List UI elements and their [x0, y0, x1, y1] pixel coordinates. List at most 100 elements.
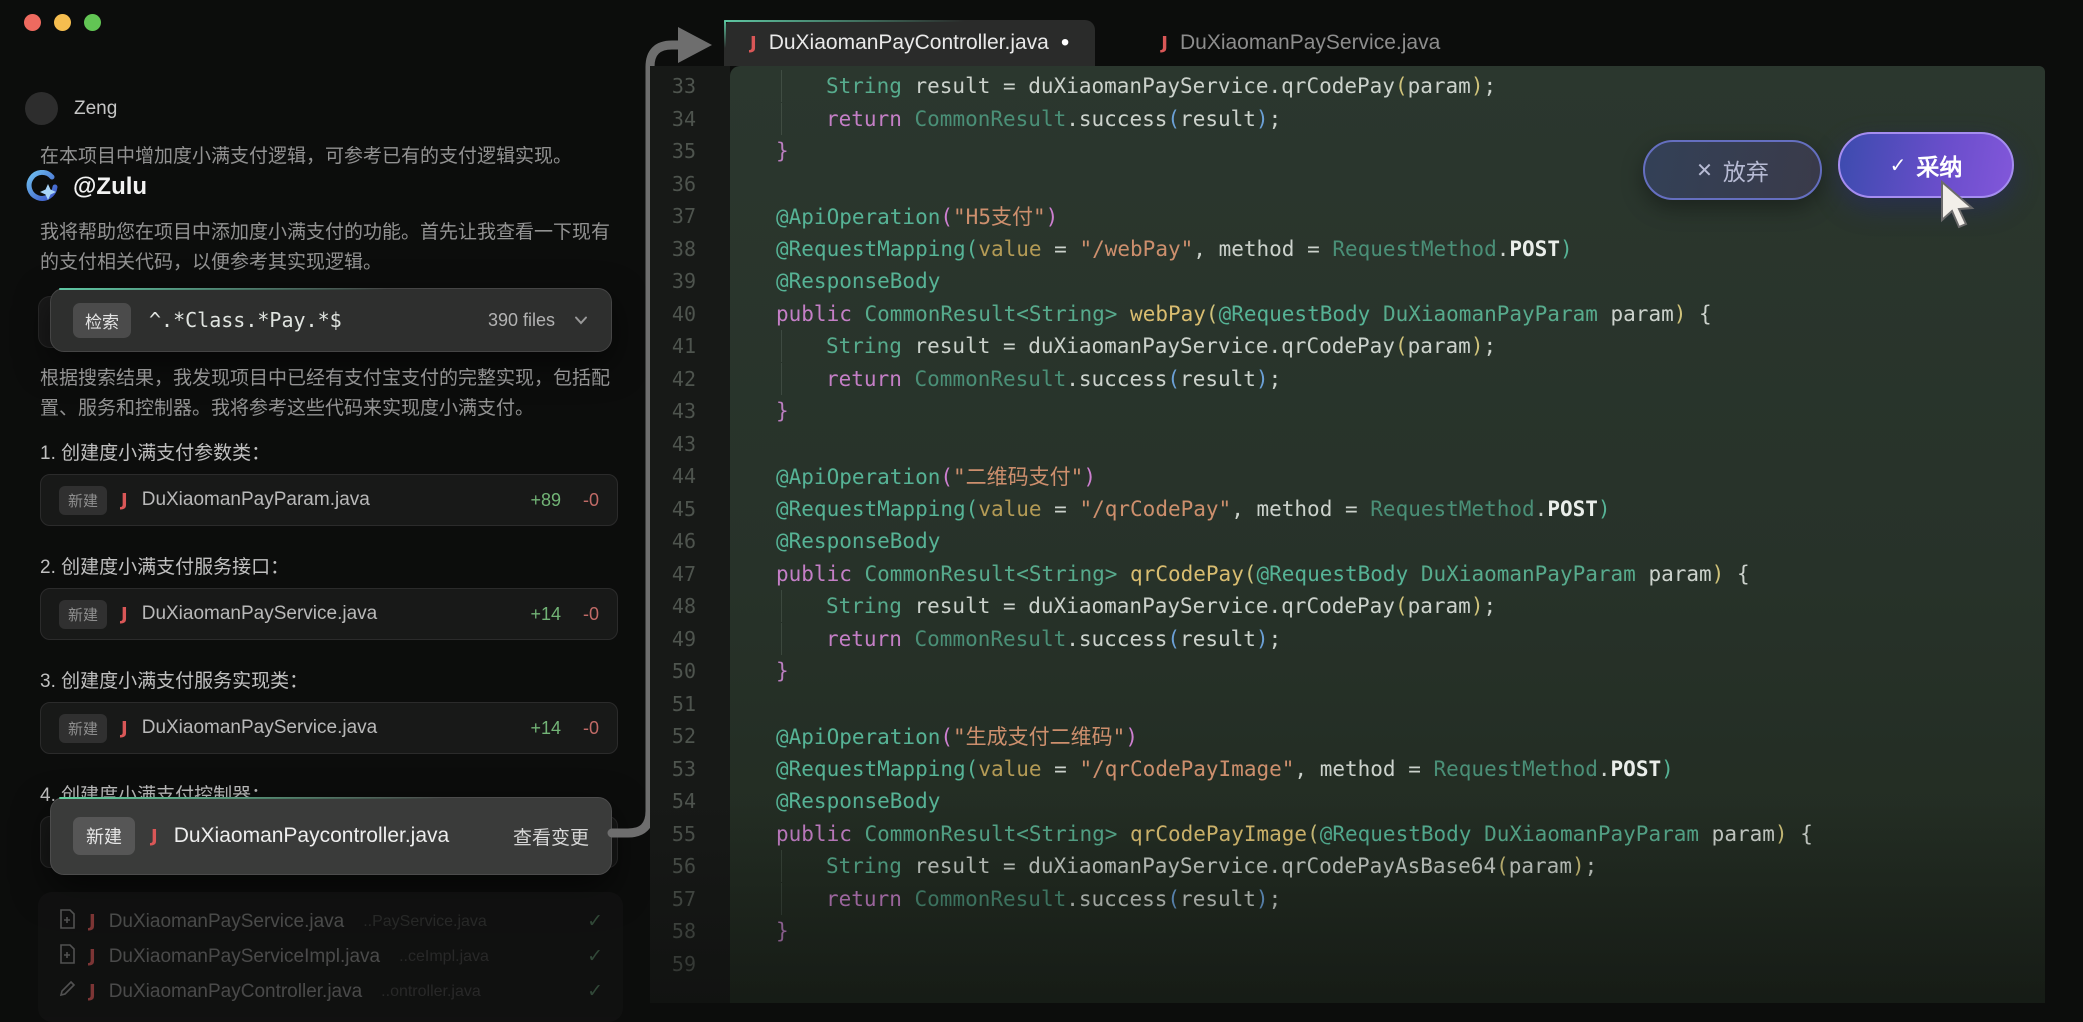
- file-path-hint: ..PayService.java: [363, 913, 574, 931]
- close-button[interactable]: [24, 14, 41, 31]
- line-number: 58: [650, 919, 730, 943]
- code-line-content: return CommonResult.success(result);: [730, 107, 2045, 131]
- code-line-content: @RequestMapping(value = "/webPay", metho…: [730, 237, 2045, 261]
- avatar: [25, 92, 58, 125]
- check-icon: ✓: [587, 980, 603, 1003]
- code-line[interactable]: 43}: [650, 395, 2045, 428]
- new-file-badge: 新建: [59, 600, 107, 629]
- line-number: 37: [650, 204, 730, 228]
- file-add-icon: [58, 909, 76, 934]
- code-line[interactable]: 59: [650, 948, 2045, 981]
- step-title: 3. 创建度小满支付服务实现类：: [40, 666, 618, 692]
- code-line-content: String result = duXiaomanPayService.qrCo…: [730, 594, 2045, 618]
- code-line[interactable]: 34return CommonResult.success(result);: [650, 103, 2045, 136]
- completed-file-row[interactable]: JDuXiaomanPayService.java..PayService.ja…: [58, 904, 603, 939]
- file-change-card[interactable]: 新建JDuXiaomanPayParam.java+89-0: [40, 474, 618, 526]
- code-line-content: String result = duXiaomanPayService.qrCo…: [730, 854, 2045, 878]
- code-editor[interactable]: 33String result = duXiaomanPayService.qr…: [650, 70, 2045, 980]
- editor-tab-bar: JDuXiaomanPayController.java•JDuXiaomanP…: [724, 20, 1466, 66]
- line-number: 45: [650, 497, 730, 521]
- tab-label: DuXiaomanPayController.java: [769, 31, 1049, 55]
- code-line-content: }: [730, 659, 2045, 683]
- lines-added: +89: [530, 490, 561, 511]
- code-line[interactable]: 54@ResponseBody: [650, 785, 2045, 818]
- code-line[interactable]: 52@ApiOperation("生成支付二维码"): [650, 720, 2045, 753]
- code-line[interactable]: 41String result = duXiaomanPayService.qr…: [650, 330, 2045, 363]
- code-line-content: String result = duXiaomanPayService.qrCo…: [730, 74, 2045, 98]
- change-file-name: DuXiaomanPaycontroller.java: [174, 824, 497, 848]
- code-line[interactable]: 49return CommonResult.success(result);: [650, 623, 2045, 656]
- code-line[interactable]: 44@ApiOperation("二维码支付"): [650, 460, 2045, 493]
- code-line[interactable]: 53@RequestMapping(value = "/qrCodePayIma…: [650, 753, 2045, 786]
- file-change-card[interactable]: 新建JDuXiaomanPayService.java+14-0: [40, 588, 618, 640]
- java-file-icon: J: [151, 826, 158, 847]
- java-file-icon: J: [89, 911, 96, 932]
- code-line[interactable]: 55public CommonResult<String> qrCodePayI…: [650, 818, 2045, 851]
- zoom-button[interactable]: [84, 14, 101, 31]
- minimize-button[interactable]: [54, 14, 71, 31]
- code-line-content: public CommonResult<String> webPay(@Requ…: [730, 302, 2045, 326]
- new-file-badge: 新建: [59, 486, 107, 515]
- java-file-icon: J: [121, 718, 128, 739]
- code-line-content: @ResponseBody: [730, 529, 2045, 553]
- file-path-hint: ..ontroller.java: [381, 983, 574, 1001]
- code-line[interactable]: 43: [650, 428, 2045, 461]
- code-line[interactable]: 56String result = duXiaomanPayService.qr…: [650, 850, 2045, 883]
- code-line[interactable]: 35}: [650, 135, 2045, 168]
- discard-label: 放弃: [1723, 153, 1769, 187]
- line-number: 33: [650, 74, 730, 98]
- code-line[interactable]: 42return CommonResult.success(result);: [650, 363, 2045, 396]
- completed-file-row[interactable]: JDuXiaomanPayController.java..ontroller.…: [58, 974, 603, 1009]
- code-line-content: @ApiOperation("二维码支付"): [730, 461, 2045, 491]
- window-controls: [24, 14, 101, 31]
- code-line-content: @RequestMapping(value = "/qrCodePayImage…: [730, 757, 2045, 781]
- view-changes-link[interactable]: 查看变更: [513, 823, 589, 850]
- code-line[interactable]: 37@ApiOperation("H5支付"): [650, 200, 2045, 233]
- accept-button[interactable]: ✓ 采纳: [1838, 132, 2014, 198]
- file-name: DuXiaomanPayService.java: [142, 717, 517, 739]
- line-number: 43: [650, 432, 730, 456]
- code-line[interactable]: 39@ResponseBody: [650, 265, 2045, 298]
- code-line-content: }: [730, 919, 2045, 943]
- java-file-icon: J: [1161, 33, 1168, 54]
- editor-tab[interactable]: JDuXiaomanPayController.java•: [724, 20, 1095, 66]
- completed-file-row[interactable]: JDuXiaomanPayServiceImpl.java..ceImpl.ja…: [58, 939, 603, 974]
- editor-tab[interactable]: JDuXiaomanPayService.java•: [1135, 20, 1466, 66]
- line-number: 38: [650, 237, 730, 261]
- code-line[interactable]: 36: [650, 168, 2045, 201]
- code-line[interactable]: 45@RequestMapping(value = "/qrCodePay", …: [650, 493, 2045, 526]
- line-number: 41: [650, 334, 730, 358]
- active-change-popup[interactable]: 新建 J DuXiaomanPaycontroller.java 查看变更: [50, 797, 612, 875]
- file-name: DuXiaomanPayParam.java: [142, 489, 517, 511]
- tab-label: DuXiaomanPayService.java: [1180, 31, 1440, 55]
- code-line[interactable]: 57return CommonResult.success(result);: [650, 883, 2045, 916]
- line-number: 55: [650, 822, 730, 846]
- code-line[interactable]: 40public CommonResult<String> webPay(@Re…: [650, 298, 2045, 331]
- zulu-logo-icon: [25, 170, 59, 204]
- new-file-badge: 新建: [73, 817, 135, 855]
- search-result-count: 390 files: [488, 310, 555, 331]
- search-query: ^.*Class.*Pay.*$: [149, 308, 470, 332]
- code-line-content: public CommonResult<String> qrCodePay(@R…: [730, 562, 2045, 586]
- java-file-icon: J: [121, 490, 128, 511]
- code-line-content: return CommonResult.success(result);: [730, 367, 2045, 391]
- code-line[interactable]: 47public CommonResult<String> qrCodePay(…: [650, 558, 2045, 591]
- code-line[interactable]: 50}: [650, 655, 2045, 688]
- code-line[interactable]: 51: [650, 688, 2045, 721]
- chevron-down-icon[interactable]: [573, 312, 589, 328]
- file-change-card[interactable]: 新建JDuXiaomanPayService.java+14-0: [40, 702, 618, 754]
- line-number: 47: [650, 562, 730, 586]
- code-line[interactable]: 33String result = duXiaomanPayService.qr…: [650, 70, 2045, 103]
- line-number: 35: [650, 139, 730, 163]
- code-line[interactable]: 46@ResponseBody: [650, 525, 2045, 558]
- search-result-popup[interactable]: 检索 ^.*Class.*Pay.*$ 390 files: [50, 288, 612, 352]
- code-line[interactable]: 48String result = duXiaomanPayService.qr…: [650, 590, 2045, 623]
- line-number: 44: [650, 464, 730, 488]
- modified-dot-icon: •: [1061, 38, 1069, 48]
- discard-button[interactable]: ✕ 放弃: [1643, 140, 1822, 200]
- file-name: DuXiaomanPayServiceImpl.java: [109, 946, 380, 968]
- code-line[interactable]: 58}: [650, 915, 2045, 948]
- file-edit-icon: [58, 979, 76, 1004]
- code-line[interactable]: 38@RequestMapping(value = "/webPay", met…: [650, 233, 2045, 266]
- code-line-content: return CommonResult.success(result);: [730, 627, 2045, 651]
